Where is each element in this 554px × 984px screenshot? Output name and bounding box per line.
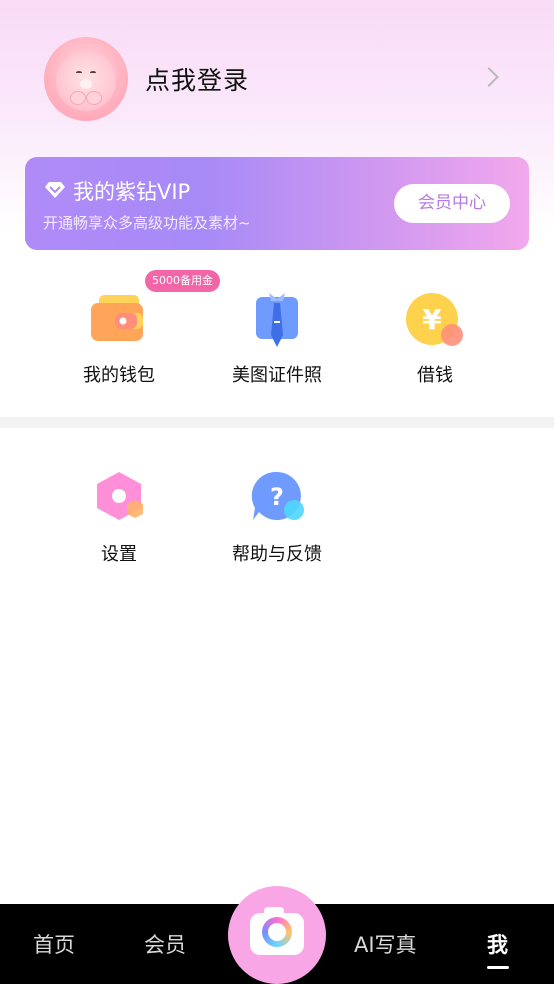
svg-text:¥: ¥ <box>422 303 442 336</box>
loan-yen-icon: ¥ <box>405 291 465 351</box>
wallet-badge: 5000备用金 <box>145 270 220 292</box>
avatar[interactable] <box>44 37 128 121</box>
loan-item[interactable]: ¥ 借钱 <box>365 291 505 387</box>
vip-title: 我的紫钻VIP <box>73 180 191 204</box>
help-question-icon: ? <box>247 470 307 530</box>
help-feedback-item[interactable]: ? 帮助与反馈 <box>207 470 347 566</box>
loan-label: 借钱 <box>417 365 453 386</box>
diamond-icon <box>45 182 65 198</box>
nav-ai-portrait[interactable]: AI写真 <box>354 929 417 959</box>
login-label[interactable]: 点我登录 <box>145 61 249 97</box>
settings-label: 设置 <box>101 544 137 565</box>
wallet-label: 我的钱包 <box>83 365 155 386</box>
wallet-item[interactable]: 我的钱包 <box>49 291 189 387</box>
svg-text:?: ? <box>270 483 284 511</box>
help-feedback-label: 帮助与反馈 <box>232 544 322 565</box>
id-photo-label: 美图证件照 <box>232 365 322 386</box>
id-photo-item[interactable]: 美图证件照 <box>207 291 347 387</box>
id-photo-icon <box>247 291 307 351</box>
wallet-icon <box>89 291 149 351</box>
member-center-button[interactable]: 会员中心 <box>394 184 510 223</box>
section-divider <box>0 417 554 428</box>
nav-home[interactable]: 首页 <box>33 929 75 959</box>
vip-subtitle: 开通畅享众多高级功能及素材~ <box>43 214 251 232</box>
nav-me[interactable]: 我 <box>487 929 508 959</box>
nav-active-indicator <box>487 966 509 969</box>
settings-hexagon-icon <box>89 470 149 530</box>
camera-icon <box>262 917 292 947</box>
camera-button[interactable] <box>228 886 326 984</box>
vip-card[interactable]: 我的紫钻VIP 开通畅享众多高级功能及素材~ 会员中心 <box>25 157 529 250</box>
profile-login-row[interactable]: 点我登录 <box>44 36 514 122</box>
nav-member[interactable]: 会员 <box>144 929 186 959</box>
settings-item[interactable]: 设置 <box>49 470 189 566</box>
chevron-right-icon <box>479 67 499 87</box>
